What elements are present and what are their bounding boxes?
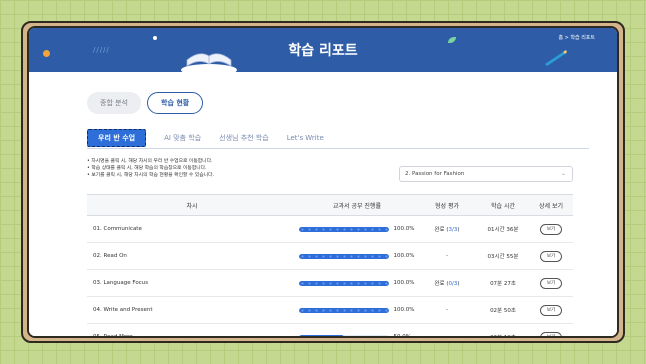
breadcrumb[interactable]: 홈 > 학습 리포트 (558, 34, 595, 41)
evaluation-status[interactable]: - (417, 334, 477, 338)
progress-fill (298, 307, 389, 313)
evaluation-status[interactable]: - (417, 307, 477, 313)
table-row: 03. Language Focus 100.0% 완료 (0/3) 07분 2… (87, 270, 573, 297)
lesson-name[interactable]: 02. Read On (87, 253, 297, 259)
table-row: 01. Communicate 100.0% 완료 (3/3) 01시간 36분… (87, 216, 573, 243)
table-row: 05. Read More 50.0% - 03분 19초 보기 (87, 324, 573, 338)
lesson-name[interactable]: 03. Language Focus (87, 280, 297, 286)
help-notes: • 차시명을 클릭 시, 해당 차시의 우리 반 수업으로 이동합니다. • 학… (87, 158, 214, 179)
eval-text: 완료 ( (434, 227, 449, 233)
study-time: 03시간 55분 (487, 254, 519, 260)
study-time: 03분 19초 (490, 335, 516, 338)
view-button[interactable]: 보기 (540, 223, 562, 235)
tab-bar: 우리 반 수업 AI 맞춤 학습 선생님 추천 학습 Let's Write (87, 129, 324, 147)
tab-divider (87, 148, 589, 149)
detail-cell: 보기 (529, 277, 573, 289)
lesson-name[interactable]: 05. Read More (87, 334, 297, 336)
progress-fill (298, 253, 389, 259)
note-line: • 학습 상태를 클릭 시, 해당 학습의 학습창으로 이동합니다. (87, 166, 207, 171)
progress-bar (298, 280, 389, 286)
page-header: ///// 학습 리포트 홈 > 학습 리포트 (29, 28, 617, 72)
progress-fill (298, 280, 389, 286)
col-lesson: 차시 (186, 202, 198, 210)
table-body: 01. Communicate 100.0% 완료 (3/3) 01시간 36분… (87, 216, 573, 338)
tab-our-class[interactable]: 우리 반 수업 (87, 129, 147, 147)
app-window: ///// 학습 리포트 홈 > 학습 리포트 종합 분석 학습 현황 우리 반… (27, 26, 619, 338)
tab-lets-write[interactable]: Let's Write (287, 134, 324, 142)
tab-teacher-recommend[interactable]: 선생님 추천 학습 (219, 133, 269, 143)
evaluation-status[interactable]: - (417, 253, 477, 259)
progress-bar (298, 226, 389, 232)
progress-bar (298, 334, 389, 336)
progress-percent: 50.0% (393, 334, 411, 338)
eval-text: ) (457, 281, 460, 287)
col-detail: 상세 보기 (539, 202, 563, 210)
col-progress: 교과서 공부 진행률 (333, 202, 381, 210)
unit-select-value: 2. Passion for Fashion (405, 171, 465, 177)
view-button[interactable]: 보기 (540, 331, 562, 336)
progress-cell: 100.0% (297, 226, 417, 232)
lesson-name[interactable]: 01. Communicate (87, 226, 297, 232)
progress-percent: 100.0% (393, 253, 415, 259)
progress-fill (298, 226, 389, 232)
progress-cell: 100.0% (297, 307, 417, 313)
col-evaluation: 형성 평가 (435, 202, 459, 210)
detail-cell: 보기 (529, 331, 573, 336)
lesson-name[interactable]: 04. Write and Present (87, 307, 297, 313)
eval-text: - (446, 307, 448, 313)
table-row: 02. Read On 100.0% - 03시간 55분 보기 (87, 243, 573, 270)
study-time: 07분 27초 (490, 281, 516, 287)
eval-text: - (446, 253, 448, 259)
progress-bar (298, 307, 389, 313)
page-title: 학습 리포트 (288, 43, 358, 59)
progress-table: 차시 교과서 공부 진행률 형성 평가 학습 시간 상세 보기 01. Comm… (87, 194, 573, 338)
detail-cell: 보기 (529, 304, 573, 316)
segment-switch: 종합 분석 학습 현황 (87, 92, 204, 114)
tab-ai-learning[interactable]: AI 맞춤 학습 (164, 133, 201, 143)
eval-text: ) (457, 227, 460, 233)
progress-cell: 100.0% (297, 253, 417, 259)
eval-text: 완료 ( (434, 281, 449, 287)
unit-select[interactable]: 2. Passion for Fashion ⌄ (399, 166, 573, 182)
view-button[interactable]: 보기 (540, 277, 562, 289)
view-button[interactable]: 보기 (540, 250, 562, 262)
main-content: 종합 분석 학습 현황 우리 반 수업 AI 맞춤 학습 선생님 추천 학습 L… (29, 72, 617, 336)
outer-frame: ///// 학습 리포트 홈 > 학습 리포트 종합 분석 학습 현황 우리 반… (21, 21, 625, 343)
note-line: • 차시명을 클릭 시, 해당 차시의 우리 반 수업으로 이동합니다. (87, 159, 213, 164)
view-button[interactable]: 보기 (540, 304, 562, 316)
table-header: 차시 교과서 공부 진행률 형성 평가 학습 시간 상세 보기 (87, 194, 573, 216)
detail-cell: 보기 (529, 223, 573, 235)
col-time: 학습 시간 (491, 202, 515, 210)
note-line: • 보기를 클릭 시, 해당 차시의 학습 현황을 확인할 수 있습니다. (87, 173, 215, 178)
progress-percent: 100.0% (393, 280, 415, 286)
progress-percent: 100.0% (393, 307, 415, 313)
segment-learning-status[interactable]: 학습 현황 (147, 92, 204, 114)
segment-overall-analysis[interactable]: 종합 분석 (87, 92, 141, 114)
study-time: 01시간 36분 (487, 227, 519, 233)
progress-fill (298, 334, 344, 336)
detail-cell: 보기 (529, 250, 573, 262)
evaluation-status[interactable]: 완료 (0/3) (417, 279, 477, 287)
table-row: 04. Write and Present 100.0% - 02분 50초 보… (87, 297, 573, 324)
eval-text: - (446, 334, 448, 338)
progress-percent: 100.0% (393, 226, 415, 232)
evaluation-status[interactable]: 완료 (3/3) (417, 225, 477, 233)
progress-cell: 100.0% (297, 280, 417, 286)
chevron-down-icon: ⌄ (560, 170, 566, 177)
progress-cell: 50.0% (297, 334, 417, 338)
progress-bar (298, 253, 389, 259)
study-time: 02분 50초 (490, 308, 516, 314)
